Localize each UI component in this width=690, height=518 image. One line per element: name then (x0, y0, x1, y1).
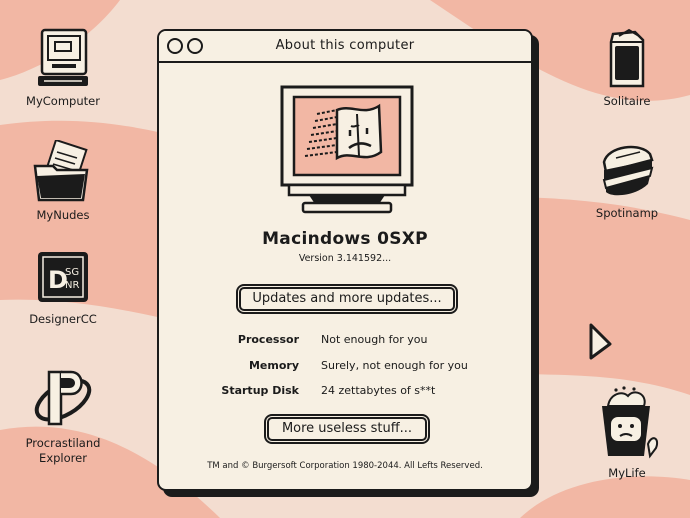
desktop-icon-designercc[interactable]: D SG NR DesignerCC (8, 250, 118, 327)
copyright-text: TM and © Burgersoft Corporation 1980-204… (207, 461, 483, 471)
desktop-icon-mycomputer[interactable]: MyComputer (8, 28, 118, 109)
desktop-icon-label: MyComputer (26, 94, 100, 108)
mouse-cursor-icon (589, 323, 612, 360)
spec-row-startup-disk: Startup Disk 24 zettabytes of s**t (159, 384, 531, 400)
folder-icon (33, 140, 89, 202)
updates-button[interactable]: Updates and more updates... (239, 287, 455, 311)
desktop-icon-label: Solitaire (603, 94, 651, 108)
sad-computer-icon (280, 85, 414, 214)
desktop-icon-label: Procrastiland Explorer (25, 436, 101, 465)
trash-bin-icon (602, 386, 658, 459)
version-text: Version 3.141592... (298, 253, 392, 264)
spec-label: Processor (237, 333, 299, 346)
desktop-icon-mylife[interactable]: MyLife (572, 386, 682, 481)
spec-value: Surely, not enough for you (321, 359, 468, 372)
window-title: About this computer (275, 38, 415, 53)
spec-value: 24 zettabytes of s**t (321, 384, 436, 397)
desktop-icon-solitaire[interactable]: Solitaire (572, 28, 682, 109)
spec-label: Startup Disk (221, 384, 299, 397)
window-titlebar[interactable]: About this computer (159, 31, 531, 63)
desktop-icon-label: MyNudes (36, 208, 90, 222)
svg-text:SG: SG (65, 267, 79, 278)
desktop-icon-spotinamp[interactable]: Spotinamp (572, 140, 682, 221)
computer-icon (38, 28, 88, 86)
sandwich-icon (602, 145, 654, 196)
about-window: About this computer Macindows 0SXP Versi… (157, 29, 533, 491)
designer-app-icon: D SG NR (38, 252, 88, 302)
desktop-icon-label: Spotinamp (595, 206, 659, 220)
svg-text:NR: NR (65, 280, 79, 291)
spec-label: Memory (248, 359, 299, 372)
more-useless-stuff-button[interactable]: More useless stuff... (267, 417, 427, 441)
desktop-icon-label: MyLife (608, 466, 646, 480)
desktop-icon-procrastiland[interactable]: Procrastiland Explorer (8, 364, 118, 466)
desktop-icon-label: DesignerCC (29, 312, 97, 326)
spec-value: Not enough for you (321, 333, 428, 346)
cards-icon (609, 28, 645, 88)
spec-row-processor: Processor Not enough for you (159, 333, 531, 349)
browser-icon (34, 370, 92, 426)
spec-row-memory: Memory Surely, not enough for you (159, 359, 531, 375)
product-name: Macindows 0SXP (262, 229, 428, 249)
desktop-icon-mynudes[interactable]: MyNudes (8, 140, 118, 223)
